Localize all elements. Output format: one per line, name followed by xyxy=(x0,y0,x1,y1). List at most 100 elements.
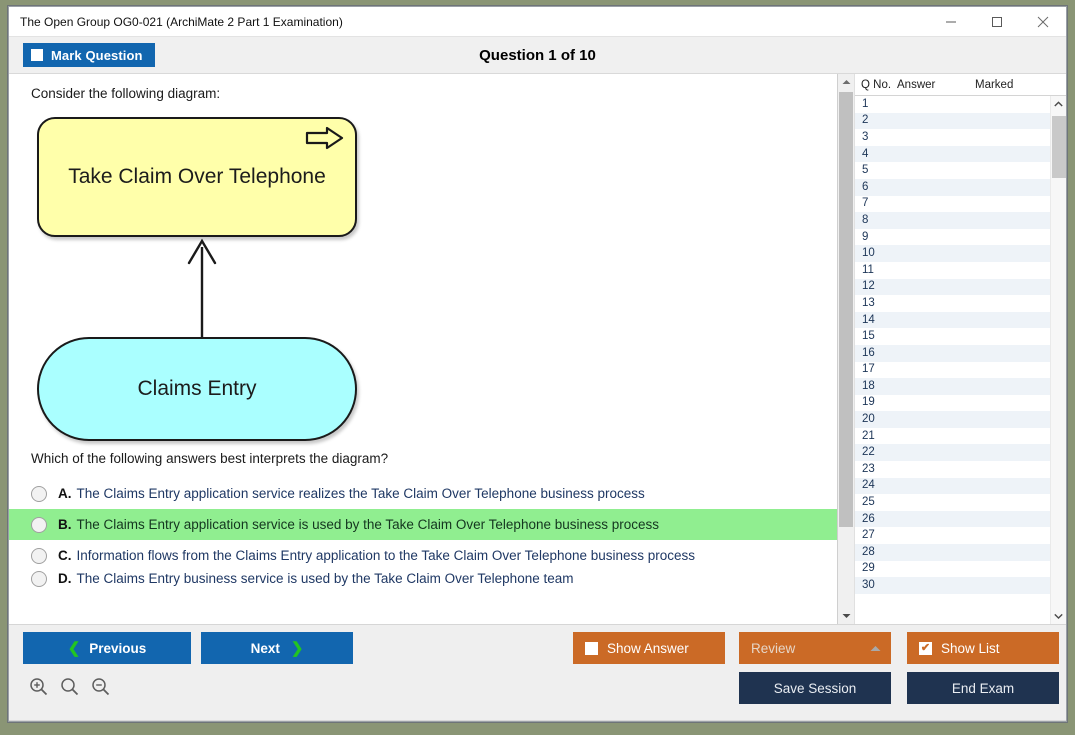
table-row[interactable]: 24 xyxy=(855,477,1050,495)
option-text: The Claims Entry business service is use… xyxy=(76,571,574,586)
content-scrollbar[interactable] xyxy=(838,74,855,624)
table-row[interactable]: 15 xyxy=(855,328,1050,345)
body: Consider the following diagram: Take Cla… xyxy=(9,74,1066,624)
radio-icon[interactable] xyxy=(31,516,47,533)
table-row[interactable]: 11 xyxy=(855,262,1050,279)
close-button[interactable] xyxy=(1020,7,1066,36)
table-row[interactable]: 19 xyxy=(855,395,1050,412)
table-row[interactable]: 28 xyxy=(855,544,1050,561)
list-scrollbar-track[interactable] xyxy=(1051,112,1067,608)
scroll-down-icon[interactable] xyxy=(838,608,855,624)
zoom-out-icon[interactable] xyxy=(91,677,110,696)
list-scrollbar[interactable] xyxy=(1050,96,1066,624)
table-row[interactable]: 8 xyxy=(855,212,1050,229)
table-row[interactable]: 26 xyxy=(855,510,1050,528)
table-row[interactable]: 21 xyxy=(855,428,1050,445)
table-row[interactable]: 17 xyxy=(855,362,1050,379)
answer-option-a[interactable]: A. The Claims Entry application service … xyxy=(9,478,837,509)
list-scroll-down-icon[interactable] xyxy=(1051,608,1067,624)
table-row[interactable]: 14 xyxy=(855,311,1050,329)
table-row[interactable]: 16 xyxy=(855,344,1050,362)
diagram-application-service-node: Claims Entry xyxy=(37,337,357,441)
mark-question-checkbox-icon[interactable] xyxy=(31,49,43,61)
answer-option-d[interactable]: D. The Claims Entry business service is … xyxy=(9,571,837,588)
scrollbar-thumb[interactable] xyxy=(838,92,853,528)
table-row[interactable]: 13 xyxy=(855,295,1050,312)
cell-qno: 30 xyxy=(862,579,875,592)
cell-qno: 18 xyxy=(862,379,875,392)
table-row[interactable]: 7 xyxy=(855,196,1050,213)
save-session-label: Save Session xyxy=(773,680,857,696)
end-exam-label: End Exam xyxy=(951,680,1015,696)
table-row[interactable]: 10 xyxy=(855,245,1050,262)
radio-icon[interactable] xyxy=(31,571,47,587)
business-process-arrow-icon xyxy=(305,126,344,150)
table-row[interactable]: 27 xyxy=(855,527,1050,544)
cell-qno: 23 xyxy=(862,462,875,475)
scrollbar-track[interactable] xyxy=(838,90,855,608)
table-row[interactable]: 3 xyxy=(855,129,1050,146)
mark-question-button[interactable]: Mark Question xyxy=(23,43,155,67)
end-exam-button[interactable]: End Exam xyxy=(907,672,1059,704)
show-answer-button[interactable]: Show Answer xyxy=(573,632,725,664)
zoom-reset-icon[interactable] xyxy=(60,677,79,696)
cell-qno: 12 xyxy=(862,280,875,293)
table-row[interactable]: 22 xyxy=(855,444,1050,462)
scroll-up-icon[interactable] xyxy=(838,74,855,90)
option-text: Information flows from the Claims Entry … xyxy=(76,548,696,563)
table-row[interactable]: 4 xyxy=(855,145,1050,163)
table-row[interactable]: 6 xyxy=(855,178,1050,196)
diagram-business-process-node: Take Claim Over Telephone xyxy=(37,117,357,237)
table-row[interactable]: 20 xyxy=(855,411,1050,428)
cell-qno: 29 xyxy=(862,562,875,575)
table-row[interactable]: 2 xyxy=(855,112,1050,130)
minimize-icon xyxy=(946,21,956,22)
show-answer-label: Show Answer xyxy=(607,640,689,656)
table-row[interactable]: 30 xyxy=(855,577,1050,594)
list-body: 1 2 3 4 5 6 7 8 9 10 11 12 13 14 15 16 17 18 19 20 21 22 23 24 2… xyxy=(855,96,1066,624)
previous-button[interactable]: ❮ Previous xyxy=(23,632,191,664)
table-row[interactable]: 18 xyxy=(855,378,1050,395)
screen: The Open Group OG0-021 (ArchiMate 2 Part… xyxy=(0,0,1075,735)
table-row[interactable]: 12 xyxy=(855,278,1050,296)
next-label: Next xyxy=(250,640,280,656)
next-button[interactable]: Next ❯ xyxy=(201,632,353,664)
save-session-button[interactable]: Save Session xyxy=(739,672,891,704)
zoom-in-icon[interactable] xyxy=(29,677,48,696)
diagram-application-service-label: Claims Entry xyxy=(137,377,257,400)
option-text: The Claims Entry application service rea… xyxy=(76,486,645,501)
list-scroll-up-icon[interactable] xyxy=(1051,96,1067,112)
minimize-button[interactable] xyxy=(928,7,974,36)
diagram-business-process-label: Take Claim Over Telephone xyxy=(68,165,326,189)
cell-qno: 9 xyxy=(862,230,869,243)
list-scrollbar-thumb[interactable] xyxy=(1051,116,1066,178)
question-content-pane: Consider the following diagram: Take Cla… xyxy=(9,74,837,624)
table-row[interactable]: 1 xyxy=(855,96,1050,113)
cell-qno: 24 xyxy=(862,479,875,492)
review-label: Review xyxy=(751,640,796,656)
show-answer-checkbox-icon[interactable] xyxy=(585,641,598,655)
cell-qno: 4 xyxy=(862,147,869,160)
table-row[interactable]: 23 xyxy=(855,461,1050,478)
close-icon xyxy=(1037,16,1049,27)
cell-qno: 13 xyxy=(862,296,875,309)
cell-qno: 7 xyxy=(862,197,869,210)
cell-qno: 27 xyxy=(862,529,875,542)
table-row[interactable]: 29 xyxy=(855,561,1050,578)
table-row[interactable]: 5 xyxy=(855,162,1050,179)
cell-qno: 14 xyxy=(862,313,875,326)
show-list-button[interactable]: ✔ Show List xyxy=(907,632,1059,664)
chevron-left-icon: ❮ xyxy=(67,640,81,657)
table-row[interactable]: 25 xyxy=(855,494,1050,511)
window-title: The Open Group OG0-021 (ArchiMate 2 Part… xyxy=(20,14,343,29)
answer-option-c[interactable]: C. Information flows from the Claims Ent… xyxy=(9,540,837,571)
show-list-checkbox-icon[interactable]: ✔ xyxy=(919,641,932,655)
table-row[interactable]: 9 xyxy=(855,229,1050,246)
review-dropdown[interactable]: Review xyxy=(739,632,891,664)
answer-option-b[interactable]: B. The Claims Entry application service … xyxy=(9,509,837,540)
radio-icon[interactable] xyxy=(31,485,47,502)
radio-icon[interactable] xyxy=(31,547,47,564)
cell-qno: 3 xyxy=(862,130,869,143)
maximize-button[interactable] xyxy=(974,7,1020,36)
cell-qno: 20 xyxy=(862,413,875,426)
